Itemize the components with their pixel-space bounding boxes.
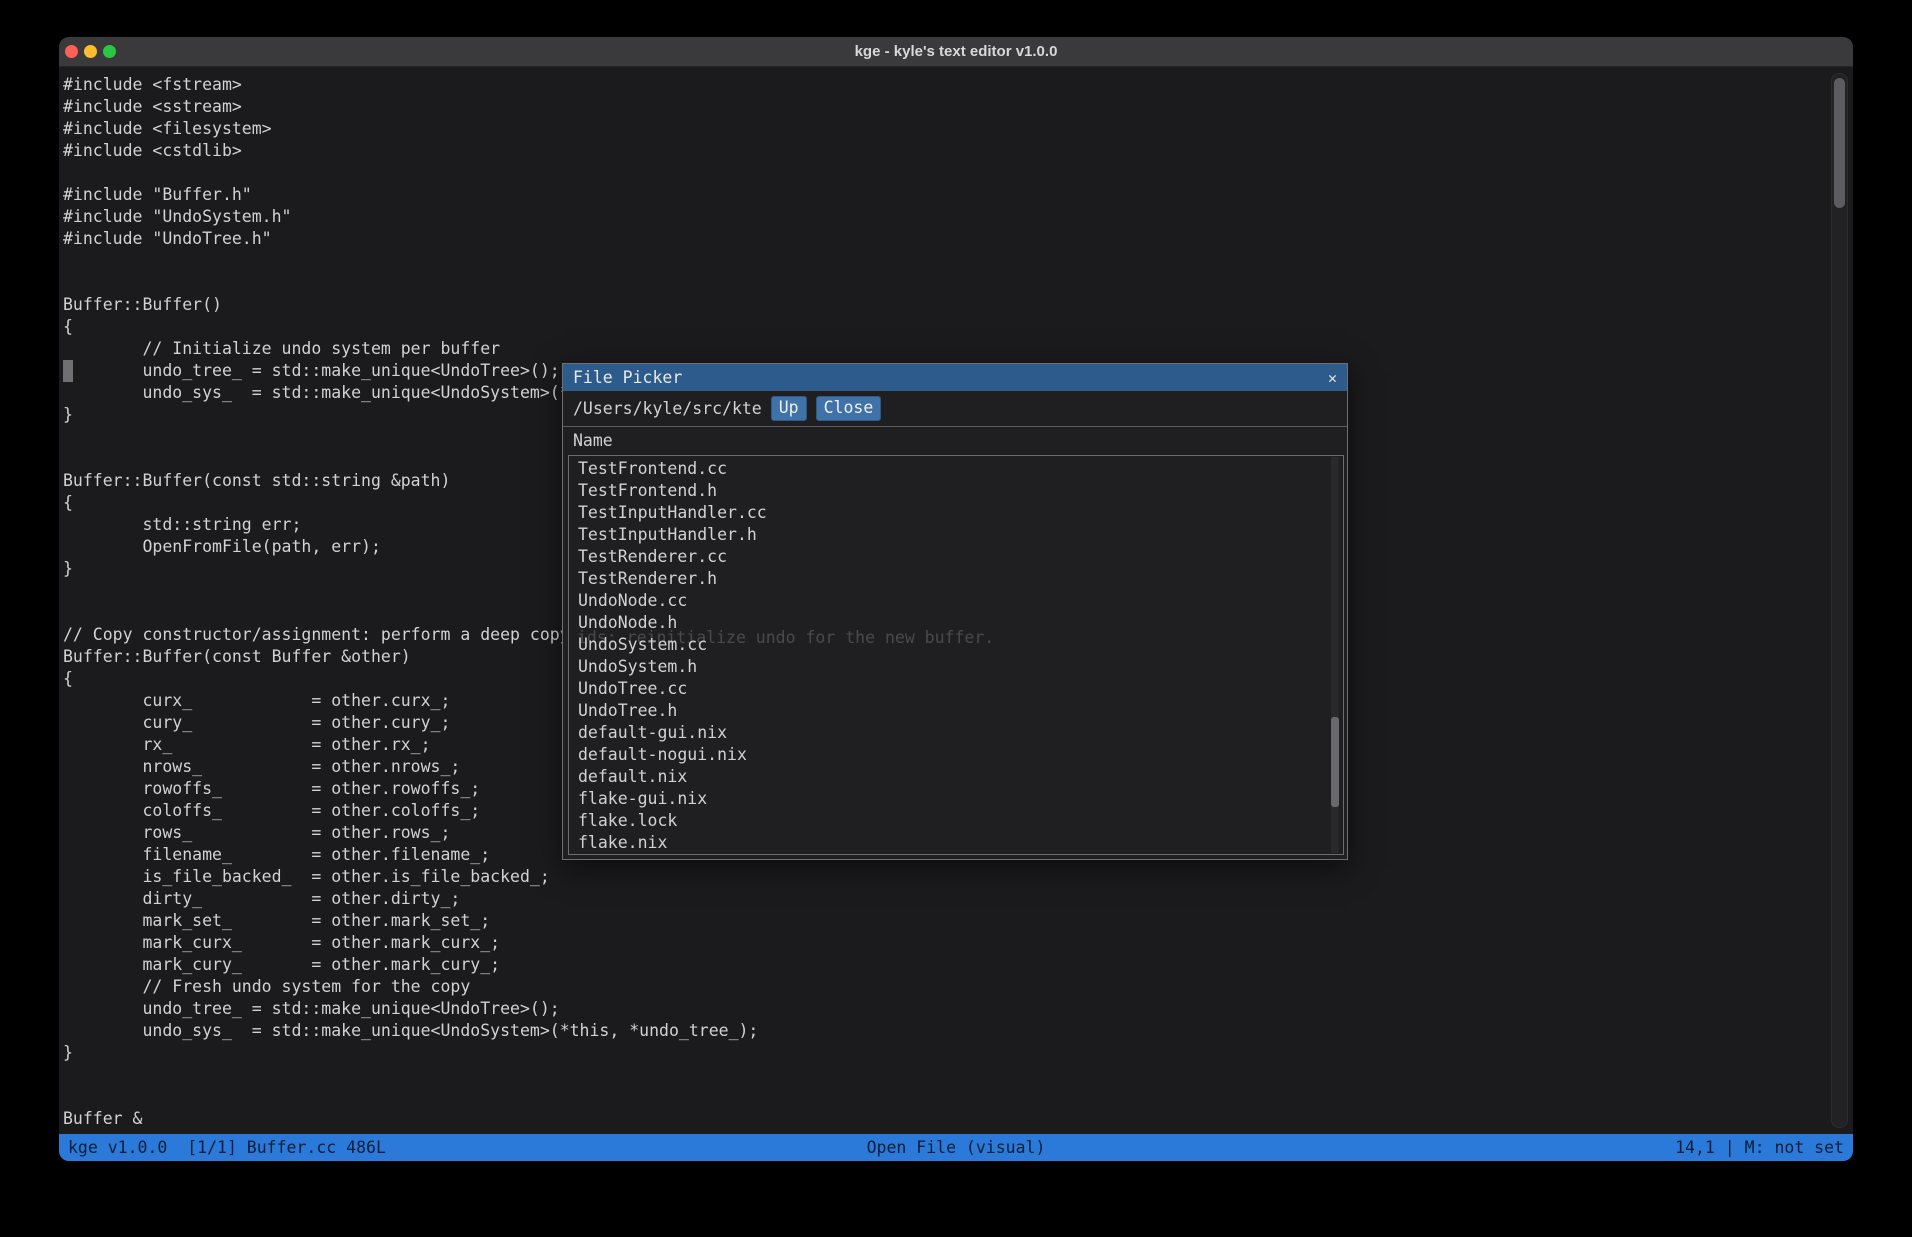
file-list-item[interactable]: TestRenderer.cc bbox=[569, 546, 1343, 568]
file-list: TestFrontend.cc TestFrontend.h TestInput… bbox=[568, 455, 1344, 855]
status-bar: kge v1.0.0 [1/1] Buffer.cc 486L Open Fil… bbox=[59, 1134, 1853, 1161]
file-list-item[interactable]: UndoNode.h bbox=[569, 612, 1343, 634]
file-list-item[interactable]: TestInputHandler.h bbox=[569, 524, 1343, 546]
file-list-item[interactable]: default-nogui.nix bbox=[569, 744, 1343, 766]
file-picker-dialog: File Picker ✕ /Users/kyle/src/kte Up Clo… bbox=[562, 363, 1348, 860]
editor-scrollbar-thumb[interactable] bbox=[1834, 78, 1845, 208]
file-list-item[interactable]: UndoSystem.cc bbox=[569, 634, 1343, 656]
current-path: /Users/kyle/src/kte bbox=[573, 399, 762, 418]
window-title: kge - kyle's text editor v1.0.0 bbox=[59, 43, 1853, 60]
file-list-item[interactable]: UndoSystem.h bbox=[569, 656, 1343, 678]
file-list-item[interactable]: UndoTree.h bbox=[569, 700, 1343, 722]
close-dialog-icon[interactable]: ✕ bbox=[1328, 369, 1337, 387]
file-list-item[interactable]: flake.lock bbox=[569, 810, 1343, 832]
close-window-button[interactable] bbox=[65, 45, 78, 58]
file-list-scrollbar-thumb[interactable] bbox=[1331, 717, 1339, 807]
up-button[interactable]: Up bbox=[771, 396, 807, 421]
close-button[interactable]: Close bbox=[816, 396, 882, 421]
file-picker-titlebar[interactable]: File Picker ✕ bbox=[563, 364, 1347, 391]
editor-scrollbar-track[interactable] bbox=[1831, 73, 1848, 1128]
text-cursor bbox=[63, 360, 73, 382]
file-list-item[interactable]: UndoTree.cc bbox=[569, 678, 1343, 700]
file-list-item[interactable]: default.nix bbox=[569, 766, 1343, 788]
file-list-item[interactable]: TestFrontend.h bbox=[569, 480, 1343, 502]
status-center: Open File (visual) bbox=[867, 1138, 1046, 1157]
window-titlebar[interactable]: kge - kyle's text editor v1.0.0 bbox=[59, 37, 1853, 67]
file-list-item[interactable]: flake.nix bbox=[569, 832, 1343, 854]
status-left: kge v1.0.0 [1/1] Buffer.cc 486L bbox=[68, 1138, 867, 1157]
status-right: 14,1 | M: not set bbox=[1045, 1138, 1844, 1157]
file-list-item[interactable]: UndoNode.cc bbox=[569, 590, 1343, 612]
traffic-lights bbox=[65, 45, 116, 58]
file-list-scrollbar-track[interactable] bbox=[1331, 457, 1339, 853]
file-list-item[interactable]: default-gui.nix bbox=[569, 722, 1343, 744]
file-list-item[interactable]: TestFrontend.cc bbox=[569, 458, 1343, 480]
file-list-item[interactable]: TestInputHandler.cc bbox=[569, 502, 1343, 524]
file-picker-title: File Picker bbox=[573, 368, 682, 387]
minimize-window-button[interactable] bbox=[84, 45, 97, 58]
name-column-header: Name bbox=[563, 427, 623, 454]
path-row: /Users/kyle/src/kte Up Close bbox=[563, 391, 1347, 427]
editor-window: kge - kyle's text editor v1.0.0 #include… bbox=[59, 37, 1853, 1161]
file-list-item[interactable]: TestRenderer.h bbox=[569, 568, 1343, 590]
file-list-item[interactable]: flake-gui.nix bbox=[569, 788, 1343, 810]
zoom-window-button[interactable] bbox=[103, 45, 116, 58]
